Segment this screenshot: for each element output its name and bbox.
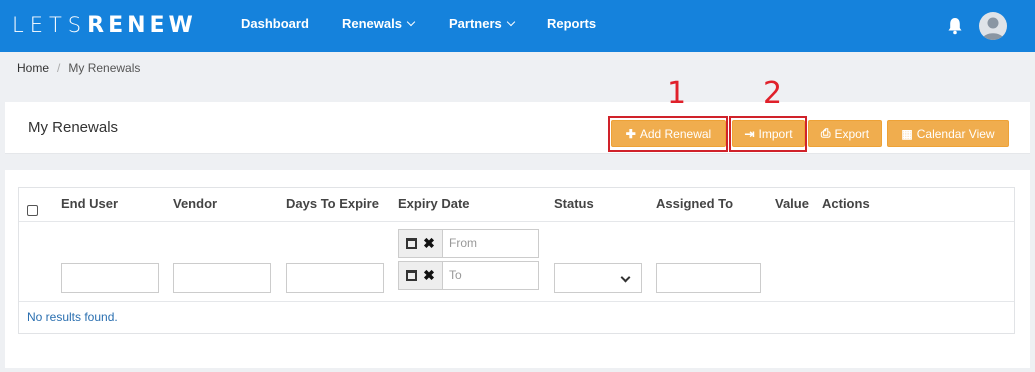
nav-reports-label: Reports [547, 16, 597, 31]
chevron-down-icon [406, 17, 416, 27]
breadcrumb-current: My Renewals [68, 61, 141, 75]
renewals-table: End User Vendor Days To Expire Expiry Da… [18, 187, 1015, 334]
callout-box-2 [729, 116, 807, 152]
nav-partners-label: Partners [449, 16, 502, 31]
status-filter-select[interactable] [554, 263, 642, 293]
header-value[interactable]: Value [775, 196, 809, 211]
header-end-user[interactable]: End User [61, 196, 118, 211]
table-filter-row: ✖ From ✖ To [19, 222, 1014, 302]
date-addon: ✖ [399, 262, 443, 289]
from-placeholder: From [449, 236, 477, 250]
to-placeholder: To [449, 268, 462, 282]
header-expiry-date[interactable]: Expiry Date [398, 196, 470, 211]
calendar-view-label: Calendar View [916, 126, 995, 141]
clear-icon[interactable]: ✖ [423, 235, 435, 252]
date-addon: ✖ [399, 230, 443, 257]
end-user-filter-input[interactable] [61, 263, 159, 293]
calendar-icon[interactable] [406, 238, 418, 249]
export-label: Export [834, 126, 870, 141]
callout-number-1: 1 [667, 76, 687, 111]
chevron-down-icon [506, 17, 515, 27]
print-icon: ⎙ [820, 126, 831, 140]
breadcrumb: Home / My Renewals [17, 61, 140, 75]
clear-icon[interactable]: ✖ [423, 267, 435, 284]
header-assigned-to[interactable]: Assigned To [656, 196, 733, 211]
callout-box-1 [608, 116, 728, 152]
brand-lets: LETS [12, 13, 88, 37]
user-avatar[interactable] [979, 12, 1007, 40]
chevron-down-icon [620, 272, 631, 283]
table-header-row: End User Vendor Days To Expire Expiry Da… [19, 188, 1014, 222]
calendar-icon: ▦ [901, 126, 913, 141]
nav-renewals-label: Renewals [342, 16, 402, 31]
calendar-icon[interactable] [406, 270, 418, 281]
expiry-to-date-input[interactable]: ✖ To [398, 261, 539, 290]
calendar-view-button[interactable]: ▦ Calendar View [887, 120, 1009, 147]
assigned-to-filter-input[interactable] [656, 263, 761, 293]
header-days-to-expire[interactable]: Days To Expire [286, 196, 379, 211]
breadcrumb-separator: / [57, 61, 61, 75]
page-title: My Renewals [28, 119, 119, 136]
header-actions: Actions [822, 196, 870, 211]
header-status[interactable]: Status [554, 196, 594, 211]
brand-renew: RENEW [87, 12, 197, 38]
nav-reports[interactable]: Reports [547, 16, 596, 31]
top-navbar: LETS RENEW Dashboard Renewals Partners R… [0, 0, 1035, 52]
select-all-checkbox[interactable] [27, 205, 38, 216]
vendor-filter-input[interactable] [173, 263, 271, 293]
breadcrumb-home[interactable]: Home [17, 61, 49, 75]
nav-renewals[interactable]: Renewals [342, 16, 416, 31]
nav-dashboard-label: Dashboard [241, 16, 309, 31]
bell-icon[interactable] [947, 17, 963, 35]
callout-number-2: 2 [763, 76, 783, 111]
header-vendor[interactable]: Vendor [173, 196, 217, 211]
nav-partners[interactable]: Partners [449, 16, 515, 31]
nav-dashboard[interactable]: Dashboard [241, 16, 309, 31]
expiry-from-date-input[interactable]: ✖ From [398, 229, 539, 258]
export-button[interactable]: ⎙ Export [808, 120, 882, 147]
brand-logo[interactable]: LETS RENEW [12, 10, 197, 40]
empty-message: No results found. [27, 310, 118, 324]
days-to-expire-filter-input[interactable] [286, 263, 384, 293]
